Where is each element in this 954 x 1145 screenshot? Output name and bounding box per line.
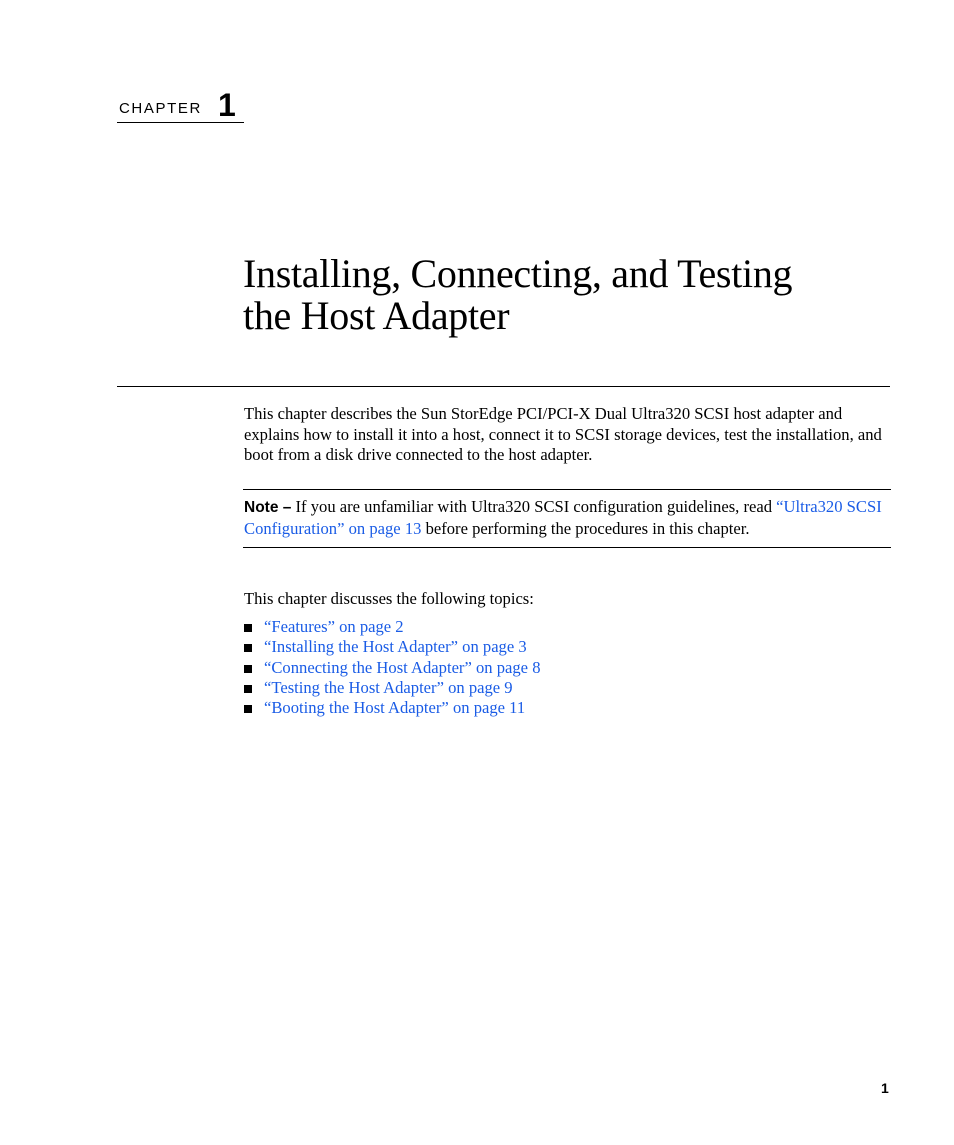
bullet-square-icon: [244, 644, 252, 653]
chapter-title: Installing, Connecting, and Testing the …: [243, 251, 793, 338]
chapter-title-line-2: the Host Adapter: [243, 293, 510, 338]
topic-item: “Installing the Host Adapter” on page 3: [244, 637, 541, 657]
chapter-number: 1: [218, 87, 236, 123]
chapter-label: CHAPTER: [119, 100, 202, 117]
topics-intro: This chapter discusses the following top…: [244, 589, 534, 608]
topic-link-booting[interactable]: “Booting the Host Adapter” on page 11: [264, 698, 525, 717]
topic-item: “Connecting the Host Adapter” on page 8: [244, 658, 541, 678]
note-text-before: If you are unfamiliar with Ultra320 SCSI…: [291, 497, 777, 516]
intro-paragraph: This chapter describes the Sun StorEdge …: [244, 404, 882, 464]
topic-item: “Features” on page 2: [244, 617, 541, 637]
topic-link-features[interactable]: “Features” on page 2: [264, 617, 404, 636]
topic-link-connecting[interactable]: “Connecting the Host Adapter” on page 8: [264, 658, 541, 677]
topics-list: “Features” on page 2 “Installing the Hos…: [244, 617, 541, 718]
bullet-square-icon: [244, 624, 252, 632]
bullet-square-icon: [244, 684, 252, 693]
note-text-after: before performing the procedures in this…: [421, 518, 750, 538]
topic-item: “Booting the Host Adapter” on page 11: [244, 698, 541, 718]
topic-item: “Testing the Host Adapter” on page 9: [244, 678, 541, 698]
bullet-square-icon: [244, 664, 252, 673]
topic-link-testing[interactable]: “Testing the Host Adapter” on page 9: [264, 678, 513, 697]
note-box: Note – If you are unfamiliar with Ultra3…: [243, 489, 891, 548]
chapter-title-line-1: Installing, Connecting, and Testing: [243, 251, 793, 296]
page-number: 1: [881, 1080, 889, 1096]
note-text: Note – If you are unfamiliar with Ultra3…: [244, 497, 891, 539]
bullet-square-icon: [244, 705, 252, 714]
title-divider: [117, 386, 890, 387]
topic-link-installing[interactable]: “Installing the Host Adapter” on page 3: [264, 637, 527, 656]
chapter-heading: CHAPTER 1: [117, 88, 244, 123]
note-label: Note –: [244, 499, 292, 516]
